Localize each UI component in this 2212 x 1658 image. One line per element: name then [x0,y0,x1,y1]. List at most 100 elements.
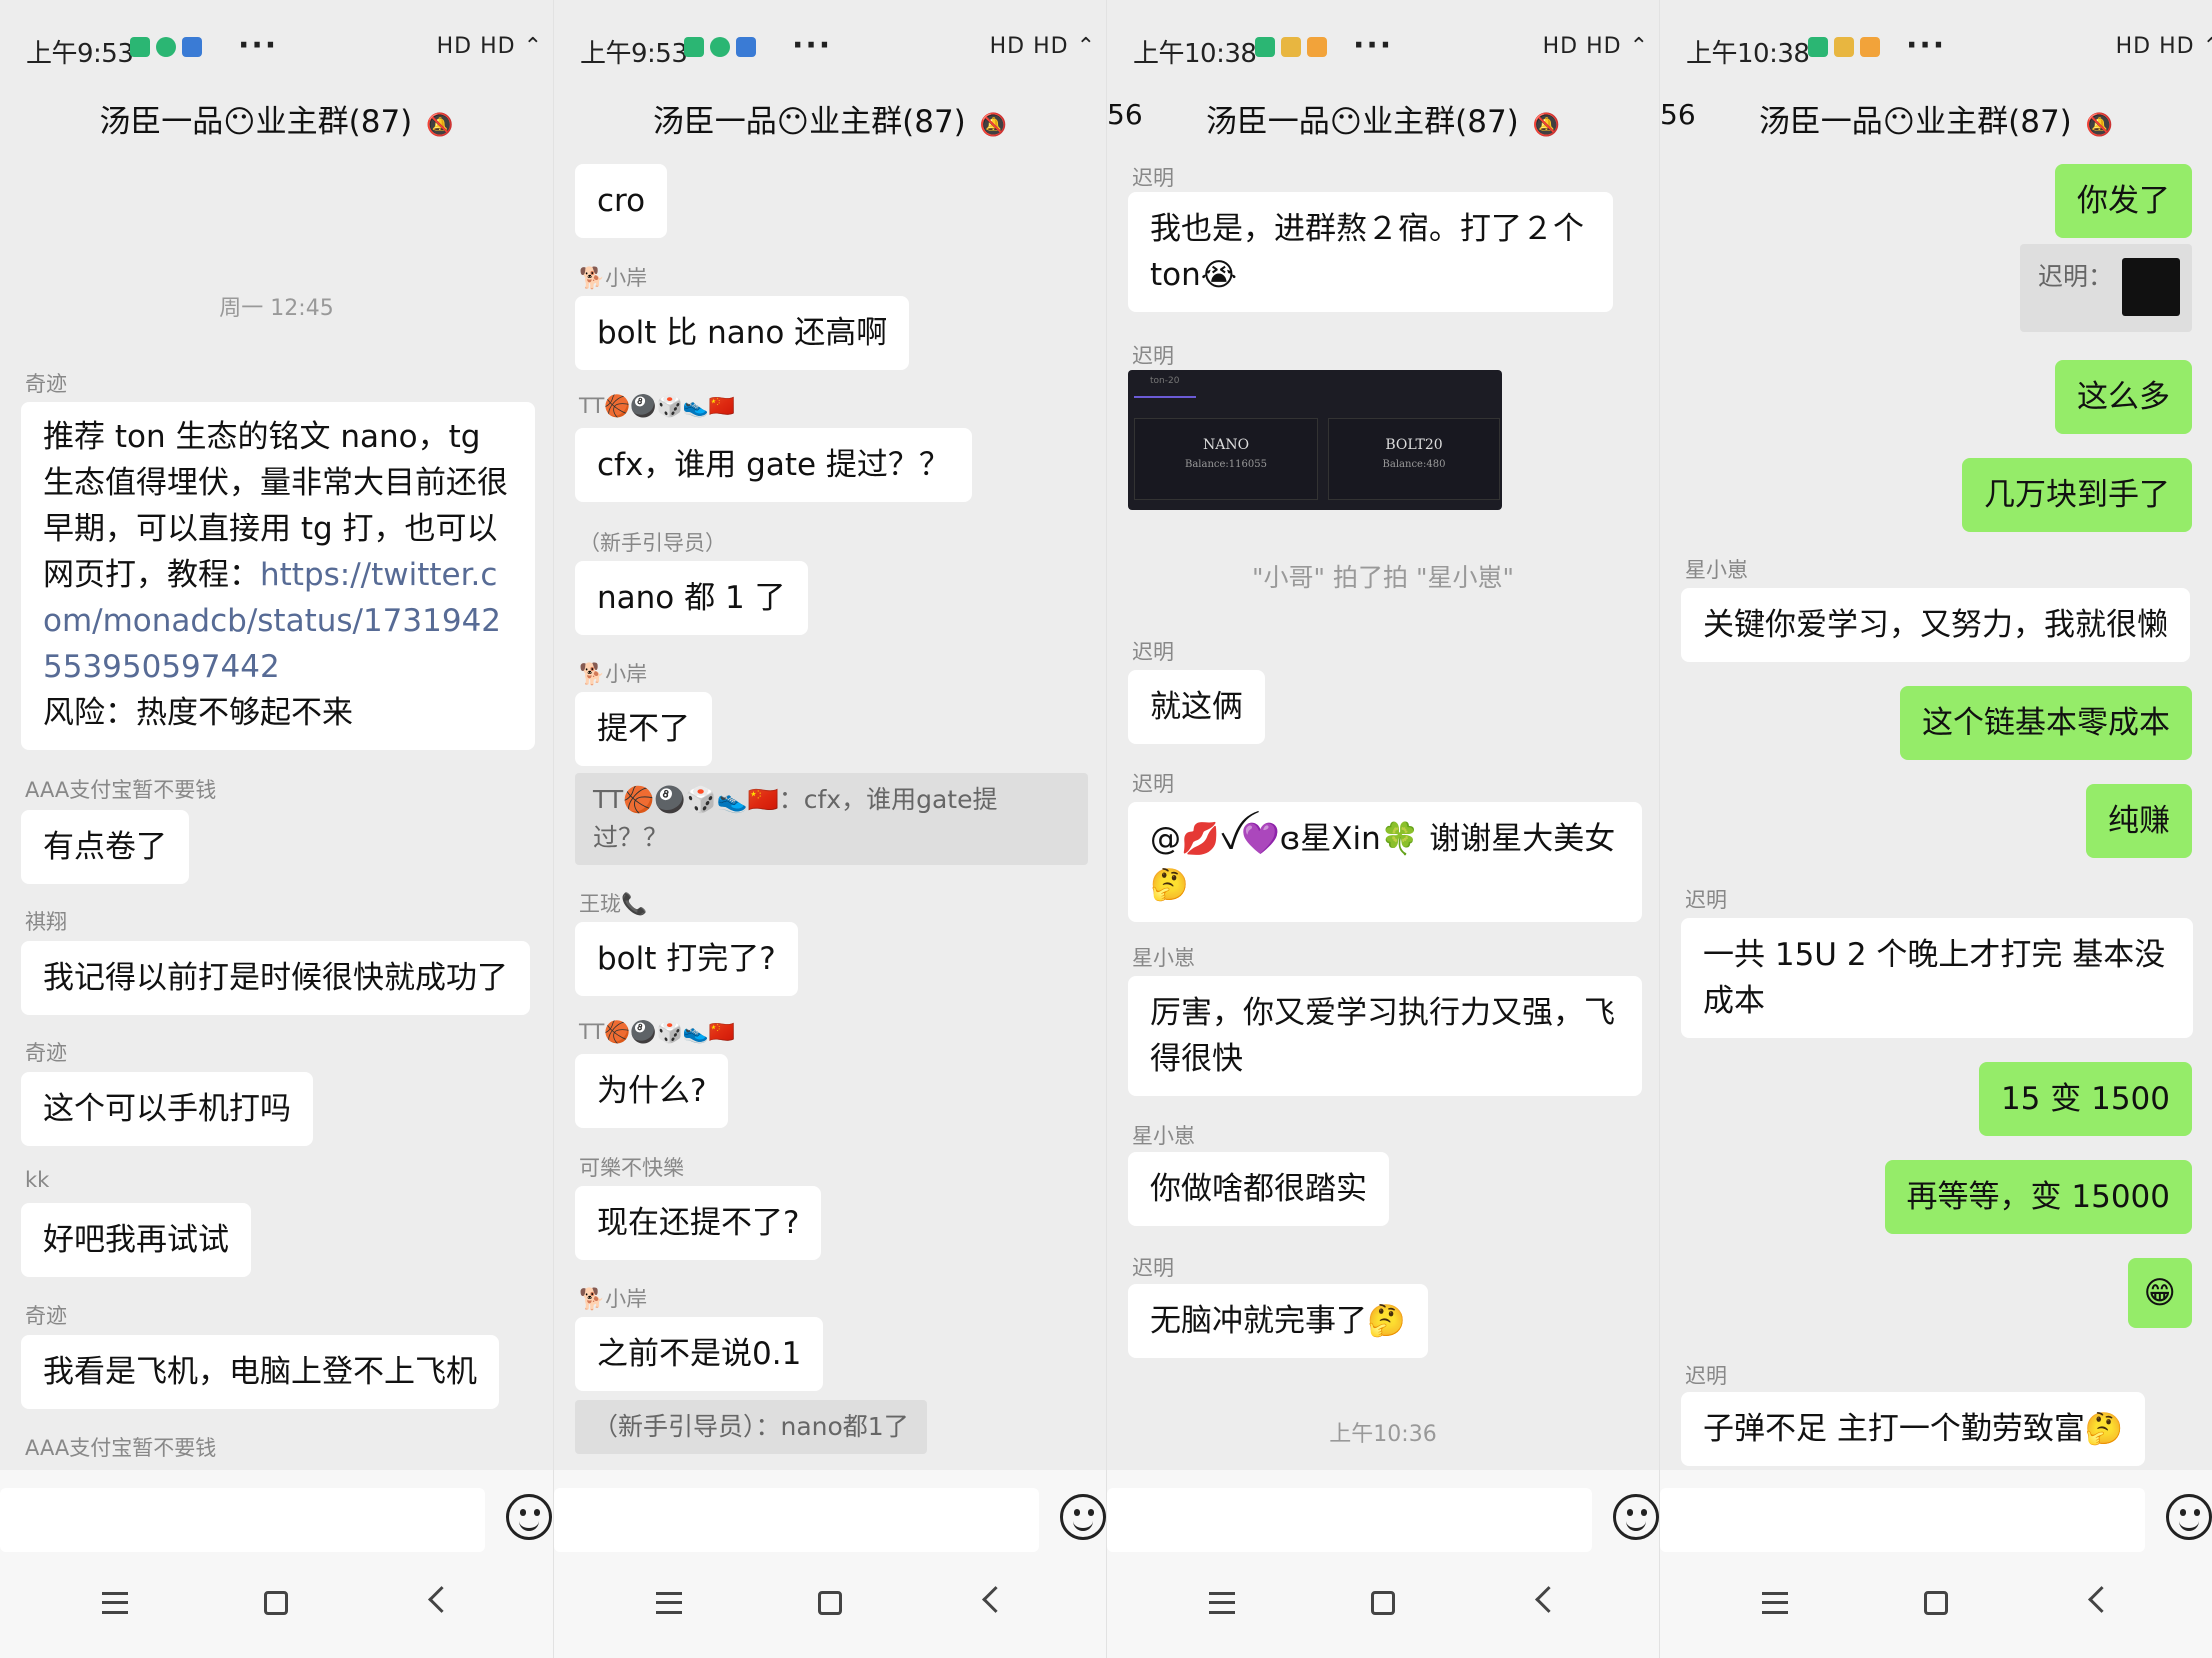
message-bubble[interactable]: 关键你爱学习，又努力，我就很懒 [1681,588,2190,662]
token-name: BOLT20 [1385,437,1443,453]
message-bubble[interactable]: 子弹不足 主打一个勤劳致富🤔 [1681,1392,2146,1466]
message-input[interactable] [1660,1488,2145,1552]
my-message-bubble[interactable]: 这么多 [2055,360,2192,434]
message-bubble[interactable]: 提不了 [575,692,712,766]
notification-icons [130,37,202,57]
notification-icons [1808,37,1880,57]
message-bubble[interactable]: @💋ꪜ💜ɞ星Xin🍀 谢谢星大美女🤔 [1128,802,1642,922]
message-bubble[interactable]: nano 都 1 了 [575,561,808,635]
signal-wifi-icons: HD HD ⌃ [436,34,543,59]
menu-icon[interactable] [102,1592,128,1614]
menu-icon[interactable] [656,1592,682,1614]
message-input[interactable] [554,1488,1039,1552]
my-message-bubble[interactable]: 几万块到手了 [1962,458,2192,532]
status-time: 上午10:38 [1686,39,1810,69]
message-bubble[interactable]: 好吧我再试试 [21,1203,251,1277]
sender-name: 🐕小岸 [579,662,648,686]
home-icon[interactable] [264,1591,288,1615]
my-message-bubble[interactable]: 😁 [2127,1258,2192,1328]
message-bubble[interactable]: bolt 比 nano 还高啊 [575,296,910,370]
message-input[interactable] [1107,1488,1592,1552]
home-icon[interactable] [1371,1591,1395,1615]
message-bubble[interactable]: 为什么? [575,1054,729,1128]
menu-icon[interactable] [1762,1592,1788,1614]
sender-name: （新手引导员） [579,531,726,555]
chat-title[interactable]: 汤臣一品😶业主群(87) 🔕 [554,96,1106,141]
smiley-icon[interactable] [1613,1494,1659,1540]
quoted-image-thumbnail [2122,258,2180,316]
sender-name: AAA支付宝暂不要钱 [25,778,217,802]
home-icon[interactable] [1924,1591,1948,1615]
image-message[interactable]: ton-20 NANO Balance:116055 BOLT20 Balance:… [1128,370,1502,510]
sender-name: 迟明 [1132,640,1174,664]
sender-name: 奇迹 [25,372,67,396]
bell-off-icon: 🔕 [979,113,1008,138]
smiley-icon[interactable] [506,1494,552,1540]
back-icon[interactable] [428,1586,455,1613]
message-bubble[interactable]: 这个可以手机打吗 [21,1072,313,1146]
message-bubble[interactable]: 我记得以前打是时候很快就成功了 [21,941,530,1015]
my-message-bubble[interactable]: 你发了 [2055,164,2192,238]
message-bubble[interactable]: bolt 打完了? [575,922,798,996]
sender-name: 星小崽 [1132,946,1195,970]
my-message-bubble[interactable]: 这个链基本零成本 [1900,686,2192,760]
input-bar [1107,1470,1659,1560]
my-message-bubble[interactable]: 15 变 1500 [1978,1062,2192,1136]
quoted-message[interactable]: TT🏀🎱🎲👟🇨🇳：cfx，谁用gate提过？？ [575,773,1088,865]
message-bubble[interactable]: 推荐 ton 生态的铭文 nano，tg 生态值得埋伏，量非常大目前还很早期，可… [21,402,535,750]
group-name: 汤臣一品😶业主群(87) [1205,104,1519,140]
message-bubble[interactable]: 我看是飞机，电脑上登不上飞机 [21,1335,499,1409]
system-nav-bar [1107,1560,1659,1658]
message-list[interactable]: 你发了 迟明： 这么多 几万块到手了 星小崽 关键你爱学习，又努力，我就很懒 这… [1660,140,2212,1470]
message-list[interactable]: 迟明 我也是，进群熬２宿。打了２个ton😭 迟明 ton-20 NANO Bala… [1107,140,1659,1470]
smiley-icon[interactable] [2166,1494,2212,1540]
message-bubble[interactable]: 一共 15U 2 个晚上才打完 基本没成本 [1681,918,2193,1038]
message-list[interactable]: cro 🐕小岸 bolt 比 nano 还高啊 TT🏀🎱🎲👟🇨🇳 cfx，谁用 … [554,140,1106,1470]
message-bubble[interactable]: 之前不是说0.1 [575,1317,824,1391]
timestamp: 上午10:36 [1329,1422,1437,1447]
chat-title[interactable]: 汤臣一品😶业主群(87) 🔕 [1107,96,1659,141]
my-message-bubble[interactable]: 纯赚 [2086,784,2192,858]
signal-wifi-icons: HD HD ⌃ [1542,34,1649,59]
message-bubble[interactable]: 有点卷了 [21,810,189,884]
message-bubble[interactable]: 无脑冲就完事了🤔 [1128,1284,1428,1358]
bell-off-icon: 🔕 [2085,113,2114,138]
message-list[interactable]: 周一 12:45 奇迹 推荐 ton 生态的铭文 nano，tg 生态值得埋伏，… [0,140,553,1470]
back-icon[interactable] [1535,1586,1562,1613]
quoted-message[interactable]: 迟明： [2020,244,2192,332]
sender-name: 星小崽 [1685,558,1748,582]
message-bubble[interactable]: 现在还提不了? [575,1186,822,1260]
message-bubble[interactable]: 就这俩 [1128,670,1265,744]
quoted-message[interactable]: （新手引导员）：nano都1了 [575,1400,927,1454]
status-time: 上午9:53 [580,39,688,69]
chat-title[interactable]: 汤臣一品😶业主群(87) 🔕 [1660,96,2212,141]
status-bar: 上午9:53 ··· HD HD ⌃ [0,0,553,105]
group-name: 汤臣一品😶业主群(87) [99,104,413,140]
sender-name: 🐕小岸 [579,266,648,290]
message-bubble[interactable]: 我也是，进群熬２宿。打了２个ton😭 [1128,192,1613,312]
sender-name: TT🏀🎱🎲👟🇨🇳 [579,1020,736,1044]
my-message-bubble[interactable]: 再等等，变 15000 [1884,1160,2192,1234]
message-bubble[interactable]: 你做啥都很踏实 [1128,1152,1389,1226]
sender-name: 迟明 [1685,1364,1727,1388]
more-notifications-icon: ··· [1353,28,1394,63]
status-time: 上午9:53 [26,39,134,69]
notification-icons [684,37,756,57]
sender-name: 祺翔 [25,910,67,934]
back-icon[interactable] [982,1586,1009,1613]
message-text: 风险：热度不够起不来 [43,695,353,731]
pat-notice: "小哥" 拍了拍 "星小崽" [1252,563,1514,592]
chat-title[interactable]: 汤臣一品😶业主群(87) 🔕 [0,96,553,141]
message-bubble[interactable]: cro [575,164,668,238]
sender-name: 🐕小岸 [579,1287,648,1311]
more-notifications-icon: ··· [792,28,833,63]
home-icon[interactable] [818,1591,842,1615]
message-bubble[interactable]: 厉害，你又爱学习执行力又强，飞得很快 [1128,976,1642,1096]
back-icon[interactable] [2088,1586,2115,1613]
smiley-icon[interactable] [1060,1494,1106,1540]
message-bubble[interactable]: cfx，谁用 gate 提过？？ [575,428,972,502]
message-input[interactable] [0,1488,485,1552]
notification-icons [1255,37,1327,57]
menu-icon[interactable] [1209,1592,1235,1614]
sender-name: 奇迹 [25,1304,67,1328]
